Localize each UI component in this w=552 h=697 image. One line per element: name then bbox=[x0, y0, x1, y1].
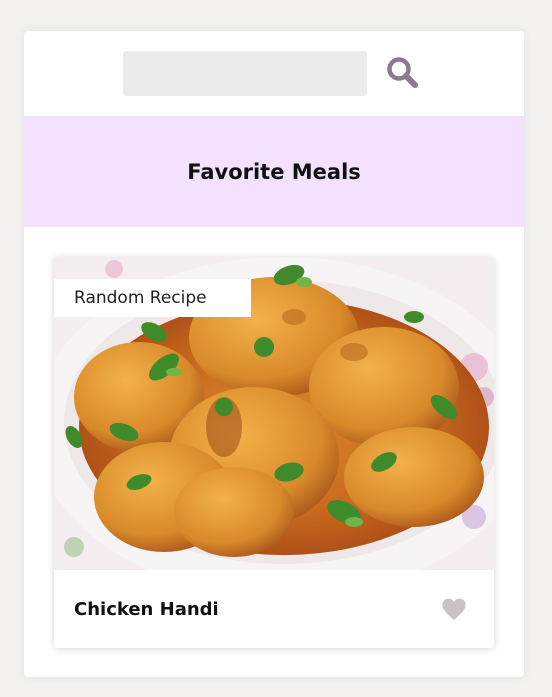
favorites-title: Favorite Meals bbox=[187, 159, 361, 184]
search-input[interactable] bbox=[123, 51, 367, 96]
favorites-bar: Favorite Meals bbox=[24, 116, 524, 227]
heart-icon bbox=[442, 598, 466, 620]
search-icon bbox=[387, 57, 418, 88]
meal-name: Chicken Handi bbox=[74, 598, 219, 620]
random-recipe-badge: Random Recipe bbox=[54, 279, 251, 317]
meal-card: Random Recipe Chicken Handi bbox=[54, 257, 494, 648]
search-header bbox=[24, 31, 524, 116]
favorite-button[interactable] bbox=[440, 595, 468, 623]
meal-app: Favorite Meals Random Recipe Chicken Han… bbox=[24, 31, 524, 677]
search-button[interactable] bbox=[384, 54, 422, 92]
meal-footer: Chicken Handi bbox=[54, 570, 494, 648]
